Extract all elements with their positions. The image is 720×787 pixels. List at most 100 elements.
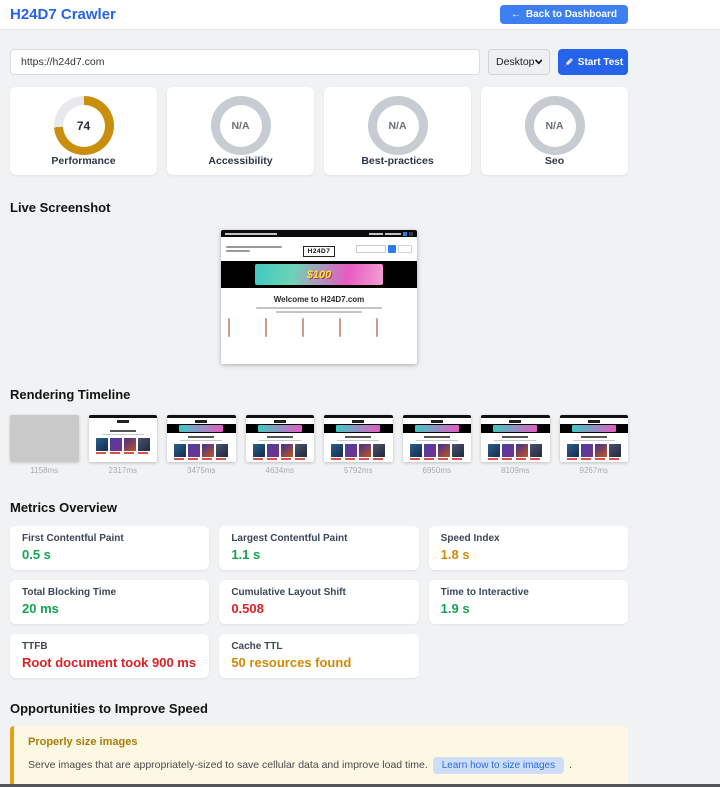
metric-value: 50 resources found (231, 655, 352, 670)
timeline-frame: 9267ms (559, 415, 628, 475)
timeline-thumbnail[interactable] (245, 415, 314, 462)
score-label: Best-practices (361, 155, 434, 167)
opportunity-card: Properly size images Serve images that a… (10, 726, 628, 787)
site-product-card (302, 318, 336, 337)
metric-card: TTFB Root document took 900 ms (10, 634, 210, 678)
metric-value: 20 ms (22, 601, 59, 616)
opportunity-description: Serve images that are appropriately-size… (28, 759, 431, 771)
metric-card: Time to Interactive 1.9 s (428, 580, 628, 624)
timeline-thumbnail[interactable] (402, 415, 471, 462)
metric-label: First Contentful Paint (22, 533, 124, 544)
timeline-frame: 3475ms (167, 415, 236, 475)
site-product-card (339, 318, 373, 337)
score-value: N/A (231, 119, 250, 132)
back-arrow-icon: ← (510, 9, 521, 20)
site-topbar (221, 230, 417, 237)
metric-value: 1.9 s (440, 601, 470, 616)
timeline-thumbnail[interactable] (559, 415, 628, 462)
score-gauges-row: 74 Performance N/A Accessibility N/A Bes… (10, 87, 628, 175)
timeline-frame: 4634ms (245, 415, 314, 475)
metric-label: Cumulative Layout Shift (231, 587, 346, 598)
score-value: N/A (388, 119, 407, 132)
timeline-frame: 1158ms (10, 415, 79, 475)
site-welcome-heading: Welcome to H24D7.com (273, 295, 365, 304)
metric-value: 1.1 s (231, 547, 261, 562)
timeline-timestamp: 6950ms (422, 466, 451, 475)
metric-card: Largest Contentful Paint 1.1 s (219, 526, 419, 570)
page-title: H24D7 Crawler (10, 6, 116, 23)
metrics-grid: First Contentful Paint 0.5 s Largest Con… (10, 526, 628, 678)
timeline-timestamp: 9267ms (579, 466, 608, 475)
metric-label: Speed Index (440, 533, 500, 544)
metric-label: Time to Interactive (440, 587, 529, 598)
metric-label: Cache TTL (231, 641, 283, 652)
score-donut: N/A (524, 96, 585, 155)
site-nav: H24D7 (221, 237, 417, 261)
score-value: N/A (545, 119, 564, 132)
metric-label: TTFB (22, 641, 48, 652)
timeline-timestamp: 4634ms (265, 466, 294, 475)
site-logo: H24D7 (302, 246, 336, 257)
score-gauge-card: N/A Seo (481, 87, 628, 175)
score-label: Accessibility (208, 155, 273, 167)
site-product-card (228, 318, 262, 337)
timeline-thumbnail[interactable] (324, 415, 393, 462)
timeline-thumbnail[interactable] (10, 415, 79, 462)
live-screenshot-image: H24D7 $100 Welcome to H24D7.com (221, 230, 417, 364)
score-gauge-card: N/A Accessibility (167, 87, 314, 175)
metric-card: Cache TTL 50 resources found (219, 634, 419, 678)
opportunity-title: Properly size images (28, 736, 138, 748)
timeline-thumbnail[interactable] (88, 415, 157, 462)
back-to-dashboard-button[interactable]: ← Back to Dashboard (499, 5, 628, 24)
opportunity-suffix: . (566, 759, 572, 771)
back-button-label: Back to Dashboard (525, 9, 617, 20)
test-toolbar: Desktop Start Test (10, 49, 628, 75)
site-product-card (265, 318, 299, 337)
device-select[interactable]: Desktop (488, 49, 550, 75)
metric-label: Total Blocking Time (22, 587, 117, 598)
metrics-overview-heading: Metrics Overview (10, 500, 117, 515)
site-product-row (221, 318, 417, 337)
timeline-thumbnail[interactable] (167, 415, 236, 462)
metric-card: First Contentful Paint 0.5 s (10, 526, 210, 570)
timeline-timestamp: 5792ms (344, 466, 373, 475)
start-test-label: Start Test (577, 56, 624, 68)
score-label: Seo (544, 155, 565, 167)
score-gauge-card: 74 Performance (10, 87, 157, 175)
score-value: 74 (76, 118, 91, 133)
app-header: H24D7 Crawler ← Back to Dashboard (0, 0, 720, 30)
timeline-frame: 6950ms (402, 415, 471, 475)
site-product-card (376, 318, 410, 337)
timeline-frame: 2317ms (88, 415, 157, 475)
timeline-thumbnail[interactable] (481, 415, 550, 462)
metric-value: Root document took 900 ms (22, 655, 197, 670)
timeline-timestamp: 3475ms (187, 466, 216, 475)
rendering-timeline-row: 1158ms 2317ms 3475ms 4634ms 5792ms 6950m… (10, 415, 628, 475)
site-banner-band: $100 (221, 261, 417, 288)
metric-card: Speed Index 1.8 s (428, 526, 628, 570)
opportunity-learn-link[interactable]: Learn how to size images (432, 757, 565, 774)
site-banner-text: $100 (306, 268, 332, 281)
timeline-timestamp: 2317ms (108, 466, 137, 475)
score-donut: 74 (53, 96, 114, 155)
start-test-button[interactable]: Start Test (558, 49, 628, 75)
timeline-frame: 8109ms (481, 415, 550, 475)
site-search-button (387, 245, 396, 253)
site-social-icon (403, 231, 407, 236)
metric-card: Cumulative Layout Shift 0.508 (219, 580, 419, 624)
score-donut: N/A (367, 96, 428, 155)
device-select-value: Desktop (496, 56, 535, 68)
site-promo-banner: $100 (255, 264, 383, 285)
metric-value: 0.508 (231, 601, 264, 616)
url-input[interactable] (10, 49, 480, 75)
metric-value: 1.8 s (440, 547, 470, 562)
score-donut: N/A (210, 96, 271, 155)
opportunities-heading: Opportunities to Improve Speed (10, 701, 208, 716)
timeline-timestamp: 8109ms (501, 466, 530, 475)
metric-card: Total Blocking Time 20 ms (10, 580, 210, 624)
timeline-timestamp: 1158ms (30, 466, 59, 475)
score-label: Performance (51, 155, 116, 167)
metric-value: 0.5 s (22, 547, 51, 562)
site-search-box (355, 245, 386, 253)
live-screenshot-heading: Live Screenshot (10, 200, 111, 215)
